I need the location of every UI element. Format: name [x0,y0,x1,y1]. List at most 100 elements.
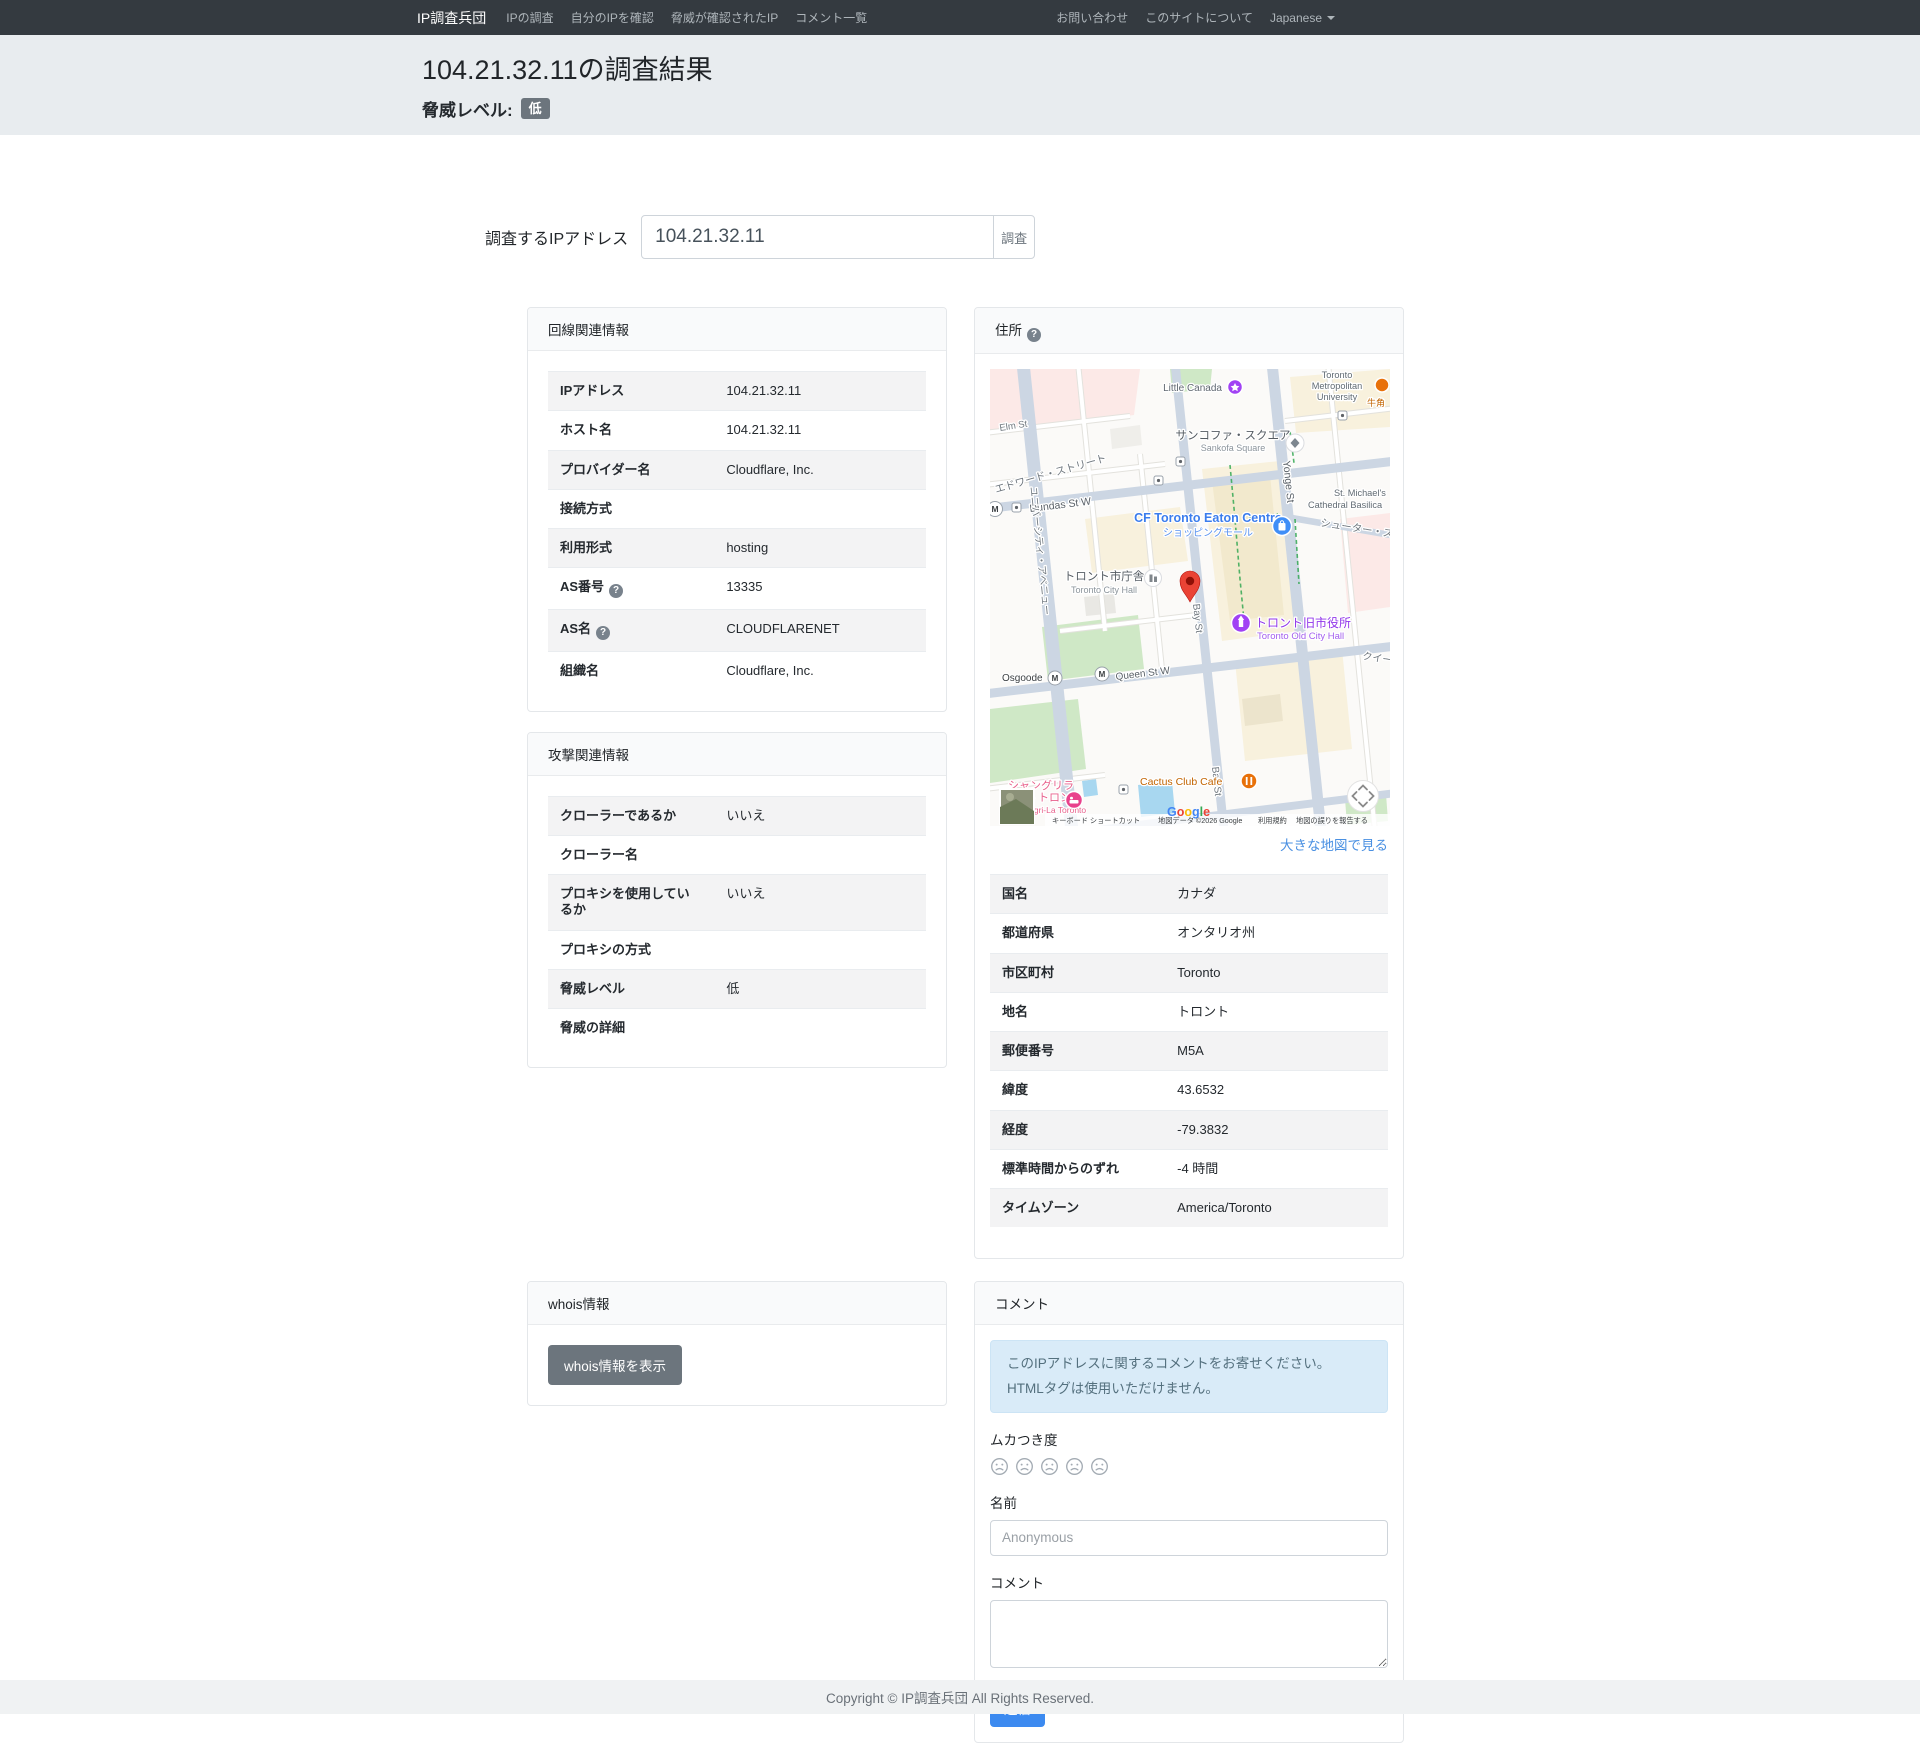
row-value: カナダ [1165,875,1388,914]
row-label: 郵便番号 [990,1032,1165,1071]
name-label: 名前 [990,1492,1388,1512]
nav-item-my-ip[interactable]: 自分のIPを確認 [571,9,654,26]
ip-search-button[interactable]: 調査 [993,215,1035,259]
left-column: 回線関連情報 IPアドレス 104.21.32.11 ホスト名 104.21.3… [527,307,947,1068]
copyright-text: Copyright © IP調査兵団 All Rights Reserved. [826,1687,1094,1707]
show-whois-button[interactable]: whois情報を表示 [548,1345,682,1385]
row-value: hosting [714,529,926,568]
threat-level-label: 脅威レベル: [422,96,513,121]
map-attribution[interactable]: キーボード ショートカット地図データ ©2026 Google利用規約地図の誤り… [1052,816,1368,825]
table-row: 郵便番号 M5A [990,1032,1388,1071]
row-value: 104.21.32.11 [714,411,926,450]
angry-face-icon[interactable] [990,1457,1009,1476]
row-label: 都道府県 [990,914,1165,953]
poi-label: 牛角 [1367,397,1385,408]
city-hall-icon [1145,570,1162,587]
subway-icon: M [1099,670,1106,679]
nav-item-comments[interactable]: コメント一覧 [795,9,867,26]
table-row: AS名? CLOUDFLARENET [548,610,926,652]
row-value: M5A [1165,1032,1388,1071]
row-label: タイムゾーン [990,1189,1165,1228]
poi-label: Cactus Club Cafe [1140,776,1222,788]
poi-label: トロント市庁舎 [1064,569,1145,583]
address-card: 住所? [974,307,1404,1259]
table-row: 標準時間からのずれ -4 時間 [990,1149,1388,1188]
address-title: 住所 [995,323,1022,338]
nav-item-about[interactable]: このサイトについて [1145,9,1253,26]
ip-search-input[interactable] [641,215,994,259]
row-value: 104.21.32.11 [714,372,926,411]
poi-label: サンコファ・スクエア [1176,429,1291,442]
row-value: 13335 [714,568,926,610]
attack-info-header: 攻撃関連情報 [528,733,946,776]
pan-control[interactable] [1348,781,1379,812]
row-value: -4 時間 [1165,1149,1388,1188]
street-view-thumbnail[interactable] [1000,789,1034,824]
language-dropdown[interactable]: Japanese [1270,11,1335,25]
brand-link[interactable]: IP調査兵団 [417,8,486,28]
row-label: プロキシの方式 [548,930,714,969]
line-info-header: 回線関連情報 [528,308,946,351]
row-label: クローラー名 [548,835,714,874]
google-map[interactable]: Elm St エドワード・ストリート Dundas St W Queen St … [990,369,1390,826]
larger-map-link[interactable]: 大きな地図で見る [1280,838,1388,853]
line-info-card: 回線関連情報 IPアドレス 104.21.32.11 ホスト名 104.21.3… [527,307,947,712]
line-info-table: IPアドレス 104.21.32.11 ホスト名 104.21.32.11 プロ… [548,371,926,691]
poi-label: トロント旧市役所 [1255,615,1351,630]
ip-search-form: 調査するIPアドレス 調査 [485,215,1920,259]
comment-textarea[interactable] [990,1600,1388,1668]
nav-menu: IPの調査 自分のIPを確認 脅威が確認されたIP コメント一覧 [506,9,867,26]
angry-face-icon[interactable] [1040,1457,1059,1476]
row-value [714,930,926,969]
table-row: IPアドレス 104.21.32.11 [548,372,926,411]
page-header: 104.21.32.11の調査結果 脅威レベル: 低 [0,35,1920,135]
restaurant-icon [1375,378,1389,392]
nav-right: お問い合わせ このサイトについて Japanese [1056,9,1335,26]
poi-label: University [1317,392,1358,402]
angry-face-icon[interactable] [1065,1457,1084,1476]
row-value: オンタリオ州 [1165,914,1388,953]
table-row: タイムゾーン America/Toronto [990,1189,1388,1228]
attack-info-table: クローラーであるか いいえ クローラー名 プロキシを使用しているか いいえ プロ… [548,796,926,1048]
poi-label: Cathedral Basilica [1308,500,1383,510]
row-value: America/Toronto [1165,1189,1388,1228]
row-label: クローラーであるか [548,796,714,835]
address-table: 国名 カナダ 都道府県 オンタリオ州 市区町村 Toronto 地名 トロント … [990,874,1388,1227]
row-label: IPアドレス [548,372,714,411]
poi-label: Toronto Old City Hall [1257,631,1344,642]
poi-label: St. Michael's [1334,488,1386,498]
row-value: トロント [1165,992,1388,1031]
comment-label: コメント [990,1572,1388,1592]
angry-face-icon[interactable] [1015,1457,1034,1476]
row-label: 地名 [990,992,1165,1031]
nav-item-contact[interactable]: お問い合わせ [1056,9,1128,26]
help-icon[interactable]: ? [1027,328,1041,342]
language-label: Japanese [1270,11,1322,25]
row-value: 43.6532 [1165,1071,1388,1110]
whois-header: whois情報 [528,1282,946,1325]
table-row: 市区町村 Toronto [990,953,1388,992]
table-row: ホスト名 104.21.32.11 [548,411,926,450]
table-row: 地名 トロント [990,992,1388,1031]
table-row: クローラーであるか いいえ [548,796,926,835]
table-row: 脅威レベル 低 [548,969,926,1008]
row-value: Cloudflare, Inc. [714,652,926,691]
help-icon[interactable]: ? [596,626,610,640]
name-input[interactable] [990,1520,1388,1556]
table-row: プロバイダー名 Cloudflare, Inc. [548,450,926,489]
row-label: 市区町村 [990,953,1165,992]
subway-icon: M [1052,674,1059,683]
row-value: -79.3832 [1165,1110,1388,1149]
table-row: AS番号? 13335 [548,568,926,610]
anger-rating [990,1457,1388,1476]
angry-face-icon[interactable] [1090,1457,1109,1476]
nav-item-threat-ips[interactable]: 脅威が確認されたIP [671,9,778,26]
attack-info-card: 攻撃関連情報 クローラーであるか いいえ クローラー名 プロキシを使用しているか… [527,732,947,1069]
help-icon[interactable]: ? [609,584,623,598]
table-row: 組織名 Cloudflare, Inc. [548,652,926,691]
poi-label: ショッピングモール [1163,526,1253,539]
comment-header: コメント [975,1282,1403,1325]
nav-item-ip-search[interactable]: IPの調査 [506,9,553,26]
row-label: 経度 [990,1110,1165,1149]
row-label: 組織名 [548,652,714,691]
